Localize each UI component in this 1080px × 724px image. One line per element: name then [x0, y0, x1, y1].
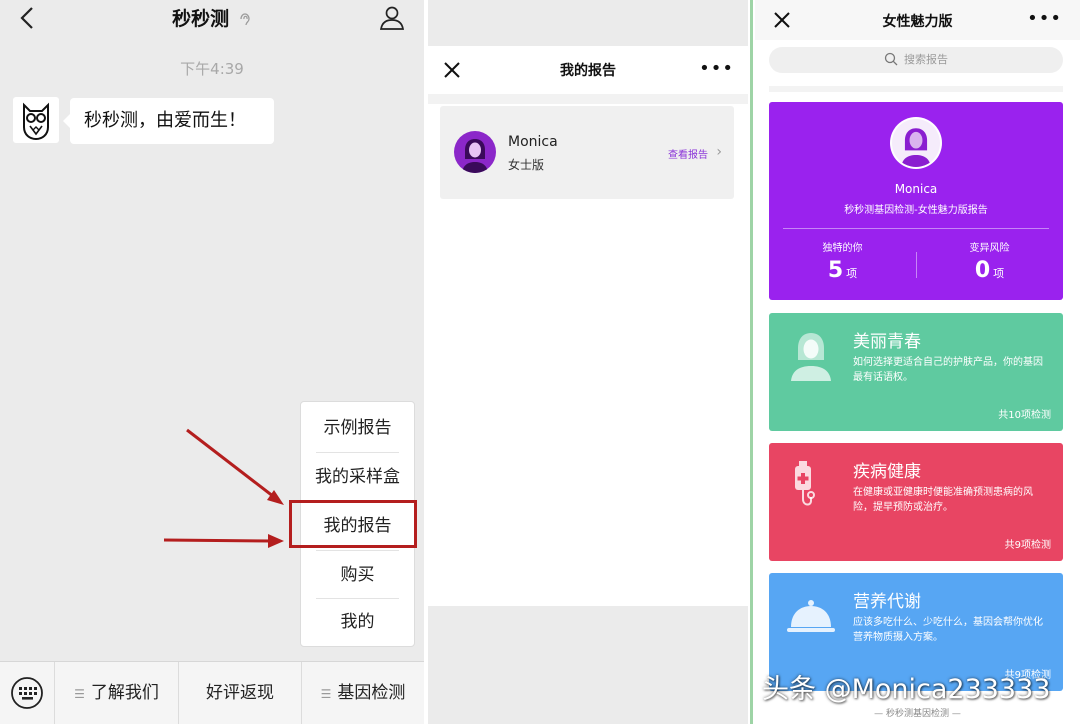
- ear-icon: [240, 13, 250, 26]
- stat-risk-label: 变异风险: [969, 243, 1010, 254]
- stat-unique-value: 5: [827, 258, 844, 283]
- search-icon: [884, 52, 898, 66]
- report-owner-name: Monica: [508, 134, 558, 150]
- menu-item-example-report[interactable]: 示例报告: [301, 404, 414, 453]
- page-footer: — 秒秒测基因检测 —: [874, 709, 961, 719]
- profile-summary-card: Monica 秒秒测基因检测-女性魅力版报告 独特的你 5项 变异风险 0项: [769, 102, 1063, 300]
- owl-avatar[interactable]: [13, 97, 59, 143]
- section-gap: [428, 94, 748, 104]
- menu-item-buy[interactable]: 购买: [301, 551, 414, 600]
- user-profile-icon[interactable]: [378, 4, 406, 32]
- chat-title-text: 秒秒测: [172, 8, 230, 30]
- message-timestamp: 下午4:39: [180, 60, 244, 78]
- woman-silhouette-icon: [791, 333, 831, 381]
- chat-title: 秒秒测: [0, 4, 424, 31]
- more-options-icon[interactable]: •••: [1027, 8, 1062, 29]
- chat-message-bubble: 秒秒测，由爱而生！: [63, 98, 274, 144]
- tab-about-us[interactable]: ☰ 了解我们: [54, 662, 178, 724]
- owl-logo-icon: [23, 102, 49, 141]
- food-cloche-icon: [787, 600, 835, 632]
- detail-panel: 女性魅力版 ••• 搜索报告 Monica 秒秒测基因检测-女性魅力版报告 独特…: [755, 0, 1080, 724]
- menu-lines-icon: ☰: [74, 687, 85, 701]
- stat-unique-label: 独特的你: [822, 243, 863, 254]
- detail-header: 女性魅力版 •••: [755, 0, 1080, 40]
- tab-gene-test[interactable]: ☰ 基因检测: [301, 662, 424, 724]
- red-arrows-icon: [163, 428, 284, 548]
- profile-divider: [783, 228, 1049, 229]
- stat-risk: 变异风险 0项: [916, 239, 1063, 283]
- stat-risk-value: 0: [974, 258, 991, 283]
- menu-item-me[interactable]: 我的: [301, 598, 414, 647]
- reports-header: 我的报告 •••: [428, 46, 748, 94]
- chat-panel: 秒秒测 下午4:39 秒秒测，由爱而生！ 示例报告 我的采样盒 我的报告 购买 …: [0, 0, 424, 724]
- tab-review-cashback-label: 好评返现: [206, 683, 274, 703]
- category-beauty-card[interactable]: 美丽青春 如何选择更适合自己的护肤产品，你的基因最有话语权。 共10项检测: [769, 313, 1063, 431]
- iv-bag-icon: [795, 461, 815, 506]
- tab-gene-test-label: 基因检测: [337, 683, 406, 703]
- keyboard-icon[interactable]: [10, 676, 44, 710]
- section-gap: [769, 86, 1063, 92]
- view-report-link[interactable]: 查看报告: [668, 146, 708, 161]
- report-card[interactable]: Monica 女士版 查看报告 ›: [440, 106, 734, 199]
- reports-panel: 我的报告 ••• Monica 女士版 查看报告 ›: [428, 0, 748, 724]
- menu-lines-icon: ☰: [320, 687, 332, 701]
- profile-avatar: [890, 117, 942, 169]
- tab-about-us-label: 了解我们: [90, 683, 159, 703]
- watermark-text: 头条 @Monica233333: [762, 674, 1051, 705]
- woman-silhouette-icon: [901, 128, 931, 167]
- highlight-box: [289, 500, 417, 548]
- panel-divider: [750, 0, 753, 724]
- profile-report-title: 秒秒测基因检测-女性魅力版报告: [844, 205, 988, 216]
- category-beauty-count: 共10项检测: [998, 410, 1051, 421]
- category-disease-desc: 在健康或亚健康时便能准确预测患病的风险，提早预防或治疗。: [853, 487, 1033, 513]
- search-box[interactable]: 搜索报告: [769, 47, 1063, 73]
- category-beauty-desc: 如何选择更适合自己的护肤产品，你的基因最有话语权。: [853, 357, 1043, 383]
- more-options-icon[interactable]: •••: [699, 58, 734, 79]
- tab-review-cashback[interactable]: 好评返现: [178, 662, 301, 724]
- category-nutrition-title: 营养代谢: [853, 592, 921, 612]
- category-nutrition-desc: 应该多吃什么、少吃什么，基因会帮你优化营养物质摄入方案。: [853, 617, 1043, 643]
- category-beauty-title: 美丽青春: [853, 332, 921, 352]
- woman-avatar: [454, 131, 496, 173]
- category-disease-title: 疾病健康: [853, 462, 921, 482]
- stat-risk-unit: 项: [993, 267, 1005, 280]
- search-placeholder: 搜索报告: [904, 53, 948, 66]
- bottom-menu-bar: ☰ 了解我们 好评返现 ☰ 基因检测: [0, 661, 424, 724]
- woman-silhouette-icon: [462, 139, 488, 173]
- report-edition: 女士版: [508, 158, 545, 172]
- reports-sheet: 我的报告 ••• Monica 女士版 查看报告 ›: [428, 46, 748, 606]
- chevron-right-icon: ›: [716, 144, 722, 160]
- menu-item-sample-box[interactable]: 我的采样盒: [301, 453, 414, 502]
- stat-unique-unit: 项: [846, 267, 858, 280]
- stat-unique: 独特的你 5项: [769, 239, 916, 283]
- profile-name: Monica: [894, 182, 938, 196]
- category-disease-count: 共9项检测: [1004, 540, 1051, 551]
- category-disease-card[interactable]: 疾病健康 在健康或亚健康时便能准确预测患病的风险，提早预防或治疗。 共9项检测: [769, 443, 1063, 561]
